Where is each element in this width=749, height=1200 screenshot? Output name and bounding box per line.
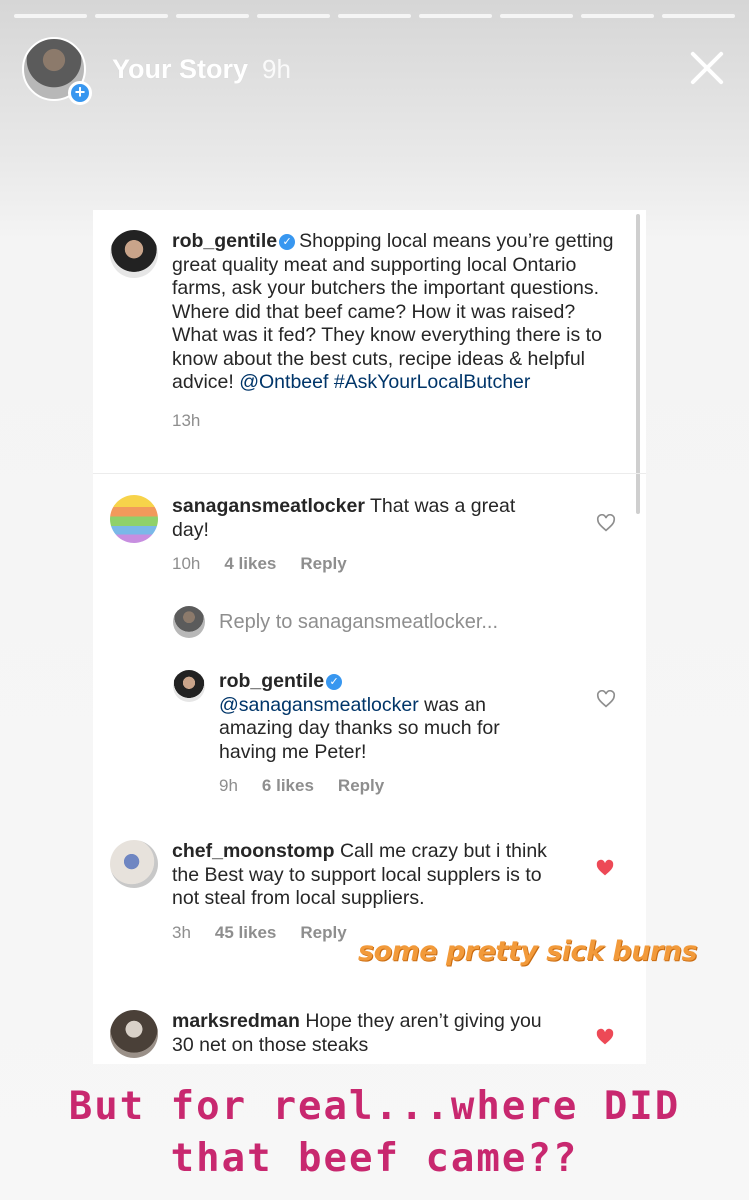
avatar[interactable] [110,1010,158,1058]
likes-count[interactable]: 45 likes [215,923,276,943]
progress-segment [257,14,330,18]
story-caption-line-1: But for real...where DID [68,1084,681,1129]
progress-segment [662,14,735,18]
comment-time: 10h [172,554,201,573]
progress-segment [338,14,411,18]
progress-segment [500,14,573,18]
story-caption-line-2: that beef came?? [170,1136,579,1181]
progress-segment [581,14,654,18]
comment-time: 3h [172,922,191,942]
avatar[interactable] [110,495,158,543]
avatar[interactable] [110,840,158,888]
comment-username[interactable]: chef_moonstomp [172,840,335,862]
comment-item: sanagansmeatlocker That was a great day!… [110,495,630,574]
post-time: 13h [172,410,201,430]
comment-username[interactable]: rob_gentile [219,670,324,692]
verified-icon: ✓ [279,234,296,250]
avatar[interactable] [110,230,158,278]
avatar [173,606,205,638]
heart-icon[interactable] [596,690,616,708]
comment-reply: rob_gentile ✓ @sanagansmeatlocker was an … [173,670,633,796]
comment-item: marksredman Hope they aren’t giving you … [110,1010,630,1058]
likes-count[interactable]: 4 likes [224,554,276,574]
likes-count[interactable]: 6 likes [262,776,314,796]
progress-segment [419,14,492,18]
mention-link[interactable]: @sanagansmeatlocker [219,694,419,716]
heart-filled-icon[interactable] [595,859,615,877]
divider [93,473,646,474]
scrollbar [636,214,640,514]
heart-filled-icon[interactable] [595,1028,615,1046]
story-username[interactable]: Your Story [112,54,248,85]
add-story-icon[interactable]: + [68,81,92,105]
comment-item: chef_moonstomp Call me crazy but i think… [110,840,630,943]
reply-to-text[interactable]: Reply to sanagansmeatlocker... [219,611,498,634]
progress-segment [95,14,168,18]
story-progress-bar [14,14,735,18]
progress-segment [176,14,249,18]
mention-link[interactable]: @Ontbeef [239,371,328,393]
post-caption: rob_gentile ✓ Shopping local means you’re … [110,230,630,431]
verified-icon: ✓ [326,674,343,690]
comment-time: 9h [219,776,238,795]
reply-button[interactable]: Reply [300,923,346,943]
reply-to-bar[interactable]: Reply to sanagansmeatlocker... [173,606,498,638]
reply-button[interactable]: Reply [300,554,346,574]
comment-username[interactable]: marksredman [172,1010,300,1032]
story-time: 9h [262,53,291,84]
heart-icon[interactable] [596,514,616,532]
post-text: Shopping local means you’re getting grea… [172,230,614,393]
avatar[interactable] [173,670,205,702]
comment-username[interactable]: sanagansmeatlocker [172,495,365,517]
reply-button[interactable]: Reply [338,776,384,796]
divider [93,990,646,991]
post-username[interactable]: rob_gentile [172,230,277,252]
progress-segment [14,14,87,18]
close-icon[interactable] [685,46,729,90]
story-header: + Your Story 9h [22,36,729,105]
story-text-sticker: some pretty sick burns [358,936,698,967]
hashtag-link[interactable]: #AskYourLocalButcher [334,371,531,393]
story-avatar[interactable]: + [22,37,92,105]
